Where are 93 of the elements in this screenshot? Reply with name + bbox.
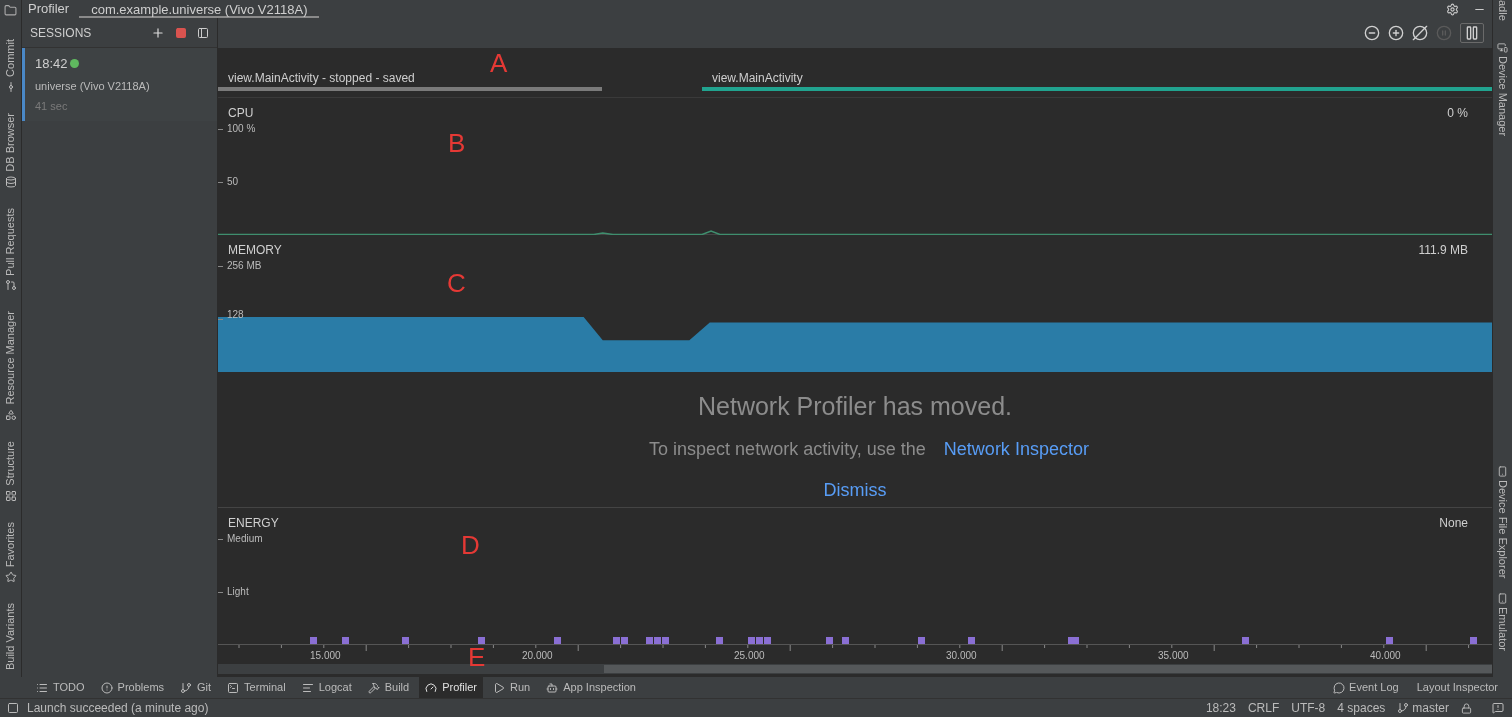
status-item[interactable]: 18:23 <box>1205 699 1236 717</box>
y-tick-label: 100 % <box>227 124 256 134</box>
tool-tab[interactable]: Run <box>487 677 537 698</box>
status-item[interactable]: CRLF <box>1247 699 1280 717</box>
status-message: Launch succeeded (a minute ago) <box>27 700 209 717</box>
folder-icon[interactable] <box>4 4 17 17</box>
energy-level-label: Medium <box>227 534 263 544</box>
tool-window-tab[interactable]: Device File Explorer <box>1494 466 1511 579</box>
tool-window-tab[interactable]: Pull Requests <box>2 207 19 292</box>
device-icon <box>1497 592 1508 604</box>
time-label: 15.000 <box>310 651 341 661</box>
tool-tab[interactable]: Build <box>361 677 416 698</box>
tool-icon <box>367 681 380 694</box>
zoom-out-icon <box>1364 25 1380 41</box>
dismiss-link[interactable]: Dismiss <box>823 476 887 504</box>
tool-icon <box>301 681 314 694</box>
tool-tab[interactable]: Logcat <box>295 677 358 698</box>
scrollbar-thumb[interactable] <box>604 665 1492 673</box>
time-label: 25.000 <box>734 651 765 661</box>
lock-icon[interactable] <box>1461 702 1472 714</box>
time-label: 20.000 <box>522 651 553 661</box>
tool-window-tab[interactable]: Device Manager <box>1494 42 1511 137</box>
tool-icon <box>493 681 506 694</box>
annotation-letter: C <box>447 270 466 296</box>
tool-window-icon <box>4 489 17 502</box>
panel-title: ENERGY <box>228 515 279 532</box>
panel-reading: None <box>1439 515 1469 532</box>
time-label: 35.000 <box>1158 651 1189 661</box>
device-icon <box>1497 466 1508 478</box>
tool-window-tab[interactable]: DB Browser <box>2 112 19 188</box>
time-label: 30.000 <box>946 651 977 661</box>
tool-tab[interactable]: Event Log <box>1329 679 1403 696</box>
tool-icon <box>227 681 240 694</box>
tool-icon <box>425 681 438 694</box>
tool-window-icon <box>4 175 17 188</box>
tool-window-tab[interactable]: Structure <box>2 441 19 502</box>
speech-bubble-icon <box>1333 681 1346 694</box>
tool-tab[interactable]: App Inspection <box>540 677 642 698</box>
tool-window-icon <box>4 570 17 583</box>
add-icon[interactable] <box>151 25 165 40</box>
tool-tab[interactable]: TODO <box>30 677 91 698</box>
tool-tab[interactable]: Terminal <box>221 677 292 698</box>
session-name: universe (Vivo V2118A) <box>35 78 151 94</box>
tool-window-tab[interactable]: Build Variants <box>2 602 19 670</box>
tool-window-tab[interactable]: Commit <box>2 39 19 93</box>
panel-toggle-icon[interactable] <box>7 702 19 714</box>
tool-window-icon <box>4 409 17 421</box>
panel-reading: 0 % <box>1447 105 1469 122</box>
panel-title: MEMORY <box>228 242 282 259</box>
notice-title: Network Profiler has moved. <box>698 391 1012 422</box>
window-title: Profiler <box>27 0 71 19</box>
session-time: 18:42 <box>35 55 68 73</box>
annotation-letter: B <box>448 130 466 156</box>
tool-tab[interactable]: Profiler <box>419 677 484 698</box>
device-icon <box>1497 42 1508 53</box>
tool-icon <box>546 681 559 694</box>
tool-tab[interactable]: Problems <box>94 677 171 698</box>
status-item[interactable]: UTF-8 <box>1291 699 1326 717</box>
live-icon <box>1436 25 1452 41</box>
tool-tab[interactable]: Git <box>174 677 218 698</box>
y-tick-label: 256 MB <box>227 261 262 271</box>
sessions-title: SESSIONS <box>30 24 93 42</box>
tool-icon <box>36 681 48 694</box>
status-item[interactable]: 4 spaces <box>1337 699 1386 717</box>
reset-zoom-icon <box>1412 25 1428 41</box>
tool-tab[interactable]: Layout Inspector <box>1412 679 1502 696</box>
panel-icon[interactable] <box>197 26 209 39</box>
panel-reading: 111.9 MB <box>1418 242 1469 259</box>
tool-window-icon <box>4 279 17 292</box>
stop-icon[interactable] <box>175 26 187 39</box>
branch-icon <box>1397 702 1410 714</box>
tool-icon <box>180 681 193 694</box>
energy-level-label: Light <box>227 587 249 597</box>
activity-bar[interactable]: view.MainActivity <box>702 69 1492 91</box>
panel-title: CPU <box>228 105 254 122</box>
settings-icon[interactable] <box>1446 2 1459 16</box>
annotation-letter: E <box>468 644 486 670</box>
tool-window-tab[interactable]: adle <box>1494 0 1511 36</box>
time-label: 40.000 <box>1370 651 1401 661</box>
pause-icon <box>1464 25 1480 41</box>
annotation-letter: D <box>461 532 480 558</box>
notice-text: To inspect network activity, use the <box>649 437 926 461</box>
annotation-letter: A <box>490 50 508 76</box>
toolbar-button[interactable] <box>1460 23 1484 43</box>
status-item[interactable]: master <box>1397 699 1449 717</box>
tool-window-tab[interactable]: Favorites <box>2 521 19 583</box>
y-tick-label: 50 <box>227 177 239 187</box>
network-inspector-link[interactable]: Network Inspector <box>943 435 1089 463</box>
notifications-icon[interactable] <box>1492 702 1504 714</box>
tool-window-tab[interactable]: Emulator <box>1494 592 1511 651</box>
tool-icon <box>100 681 113 694</box>
tool-window-tab[interactable]: Resource Manager <box>2 311 19 421</box>
zoom-in-icon <box>1388 25 1404 41</box>
